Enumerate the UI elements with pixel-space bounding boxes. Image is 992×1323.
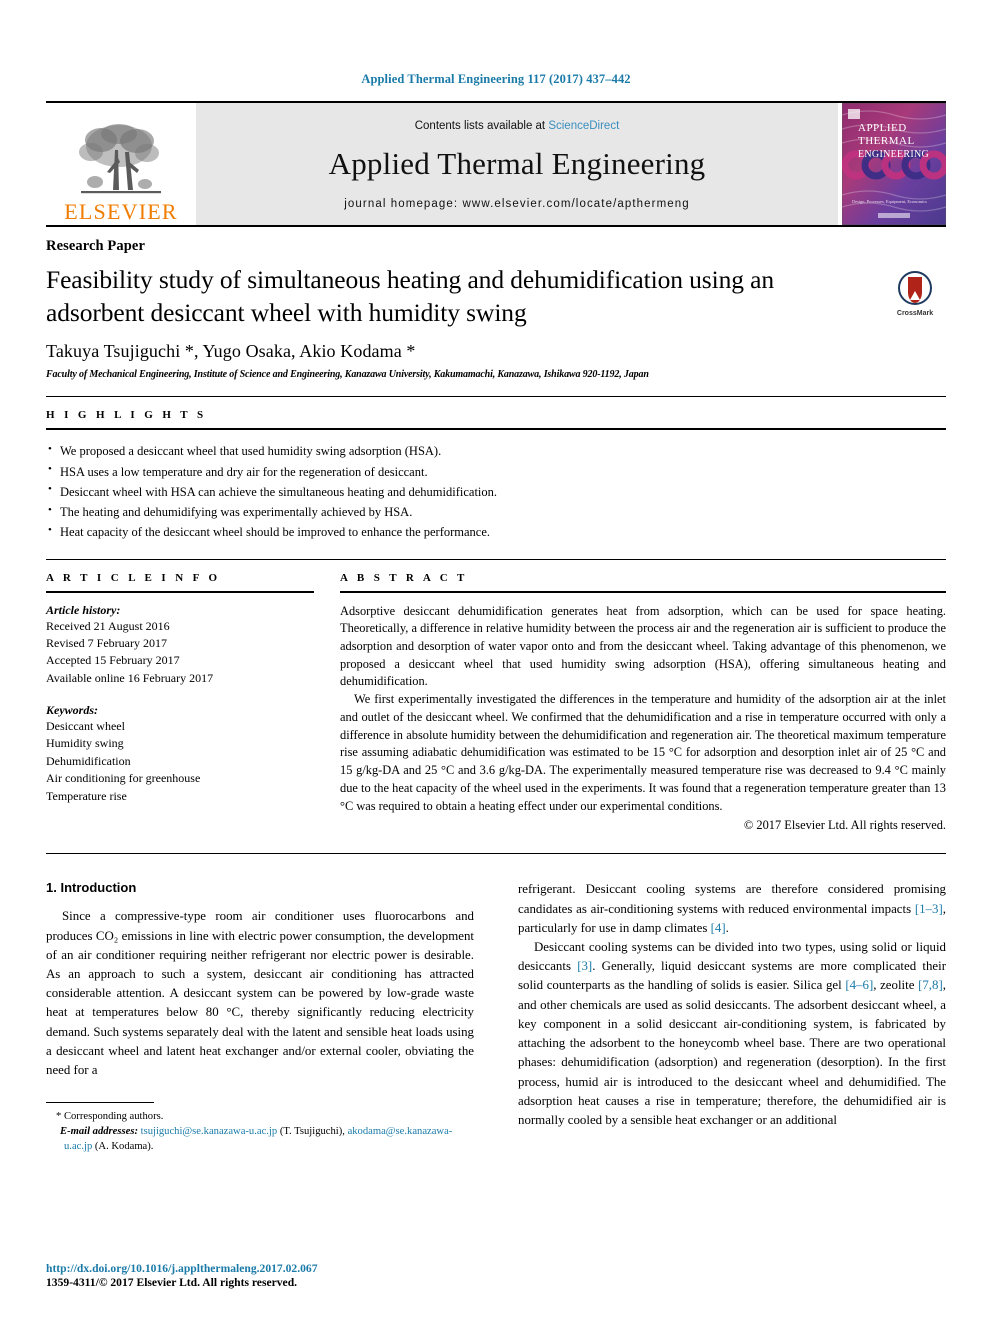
crossmark-badge[interactable]: CrossMark (884, 271, 946, 317)
list-item: We proposed a desiccant wheel that used … (46, 441, 946, 461)
corresponding-authors-note: * Corresponding authors. (46, 1109, 474, 1124)
abstract-body: Adsorptive desiccant dehumidification ge… (340, 603, 946, 834)
highlights-rule (46, 428, 946, 431)
rp1a: refrigerant. Desiccant cooling systems a… (518, 882, 946, 916)
keyword-item: Humidity swing (46, 736, 124, 751)
footnote-rule (46, 1102, 154, 1104)
rp2d: , and other chemicals are used as solid … (518, 978, 946, 1127)
abstract-paragraph: Adsorptive desiccant dehumidification ge… (340, 603, 946, 689)
section-heading-introduction: 1. Introduction (46, 880, 137, 896)
body-paragraph: Desiccant cooling systems can be divided… (518, 938, 946, 1130)
cover-line-1: APPLIED (858, 122, 907, 134)
body-column-left: 1. Introduction Since a compressive-type… (46, 880, 496, 1154)
keyword-item: Temperature rise (46, 788, 127, 803)
journal-homepage-link[interactable]: journal homepage: www.elsevier.com/locat… (344, 198, 690, 210)
highlights-list: We proposed a desiccant wheel that used … (46, 441, 946, 542)
footnote-block: * Corresponding authors. E-mail addresse… (46, 1102, 474, 1154)
body-paragraph: refrigerant. Desiccant cooling systems a… (518, 880, 946, 938)
author-list: Takuya Tsujiguchi *, Yugo Osaka, Akio Ko… (46, 341, 946, 362)
keywords-block: Keywords: Desiccant wheel Humidity swing… (46, 703, 314, 805)
cover-line-2: THERMAL (858, 135, 915, 147)
info-abstract-region: A R T I C L E I N F O Article history: R… (46, 560, 946, 834)
crossmark-label: CrossMark (896, 310, 934, 317)
email-link-tsujiguchi[interactable]: tsujiguchi@se.kanazawa-u.ac.jp (141, 1126, 278, 1137)
rp1c: . (725, 920, 729, 935)
citation-link[interactable]: [4–6] (845, 978, 873, 992)
article-history-label: Article history: (46, 602, 121, 617)
abstract-column: A B S T R A C T Adsorptive desiccant deh… (340, 560, 946, 834)
cover-line-3: ENGINEERING (858, 149, 929, 160)
article-info-heading: A R T I C L E I N F O (46, 571, 221, 584)
abstract-copyright: © 2017 Elsevier Ltd. All rights reserved… (743, 818, 946, 833)
list-item: Heat capacity of the desiccant wheel sho… (46, 522, 946, 542)
crossmark-icon (898, 271, 932, 305)
elsevier-logo: ELSEVIER (46, 103, 196, 225)
elsevier-wordmark: ELSEVIER (64, 199, 178, 224)
running-head: Applied Thermal Engineering 117 (2017) 4… (361, 72, 631, 86)
keyword-item: Dehumidification (46, 753, 131, 768)
list-item: HSA uses a low temperature and dry air f… (46, 461, 946, 482)
abstract-paragraph: We first experimentally investigated the… (340, 692, 946, 813)
rp2c: , zeolite (873, 978, 919, 993)
highlights-heading: H I G H L I G H T S (46, 409, 207, 422)
keyword-item: Air conditioning for greenhouse (46, 771, 201, 786)
affiliation: Faculty of Mechanical Engineering, Insti… (46, 369, 649, 381)
email-addresses-label: E-mail addresses: (60, 1126, 138, 1138)
article-info-rule (46, 590, 314, 593)
keywords-label: Keywords: (46, 703, 98, 718)
history-available-online: Available online 16 February 2017 (46, 670, 214, 685)
page-title: Feasibility study of simultaneous heatin… (46, 265, 775, 327)
list-item: Desiccant wheel with HSA can achieve the… (46, 481, 946, 502)
abstract-rule (340, 590, 946, 593)
masthead-center: Contents lists available at ScienceDirec… (196, 103, 838, 225)
paper-page: Applied Thermal Engineering 117 (2017) 4… (0, 0, 992, 1323)
list-item: The heating and dehumidifying was experi… (46, 501, 946, 522)
citation-link[interactable]: [7,8] (918, 978, 943, 992)
elsevier-tree-icon (79, 124, 161, 194)
issn-copyright: 1359-4311/© 2017 Elsevier Ltd. All right… (46, 1276, 298, 1289)
body-paragraph: Since a compressive-type room air condit… (46, 909, 474, 1078)
abstract-heading: A B S T R A C T (340, 571, 468, 584)
history-revised: Revised 7 February 2017 (46, 635, 167, 650)
citation-link[interactable]: [1–3] (915, 902, 943, 916)
citation-link[interactable]: [3] (577, 959, 592, 973)
email-owner-2: (A. Kodama). (92, 1141, 154, 1153)
journal-masthead: ELSEVIER Contents lists available at Sci… (46, 101, 949, 226)
article-info-column: A R T I C L E I N F O Article history: R… (46, 560, 340, 834)
body-column-right: refrigerant. Desiccant cooling systems a… (496, 880, 946, 1154)
authors-text: Takuya Tsujiguchi *, Yugo Osaka, Akio Ko… (46, 341, 416, 362)
article-history-block: Article history: Received 21 August 2016… (46, 603, 314, 688)
title-top-rule (46, 225, 946, 227)
corresponding-authors-text: * Corresponding authors. (56, 1111, 164, 1123)
footer-block: http://dx.doi.org/10.1016/j.applthermale… (46, 1262, 476, 1289)
history-received: Received 21 August 2016 (46, 618, 170, 633)
contents-prefix: Contents lists available at (414, 120, 549, 132)
contents-available-line: Contents lists available at ScienceDirec… (415, 120, 620, 132)
history-accepted: Accepted 15 February 2017 (46, 653, 180, 668)
body-top-rule (46, 853, 946, 855)
citation-link[interactable]: [4] (711, 921, 726, 935)
email-addresses-note: E-mail addresses: tsujiguchi@se.kanazawa… (46, 1124, 474, 1154)
journal-cover-thumbnail: APPLIED THERMAL ENGINEERING Design, Proc… (841, 102, 949, 226)
title-row: Feasibility study of simultaneous heatin… (46, 255, 946, 329)
article-type: Research Paper (46, 238, 145, 254)
body-columns: 1. Introduction Since a compressive-type… (46, 880, 946, 1154)
keyword-item: Desiccant wheel (46, 719, 125, 734)
doi-link[interactable]: http://dx.doi.org/10.1016/j.applthermale… (46, 1262, 476, 1275)
email-owner-1: (T. Tsujiguchi), (277, 1126, 348, 1138)
highlights-top-rule (46, 396, 946, 398)
cover-art: APPLIED THERMAL ENGINEERING Design, Proc… (841, 102, 949, 226)
sciencedirect-link[interactable]: ScienceDirect (548, 120, 619, 132)
journal-title: Applied Thermal Engineering (328, 146, 706, 181)
